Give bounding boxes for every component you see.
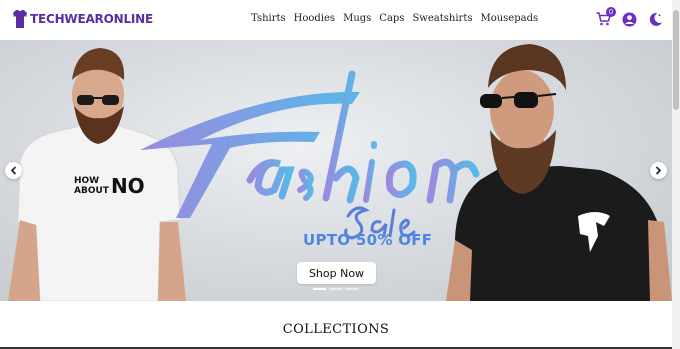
- hero-carousel: HOW ABOUT NO Fashion Sale UPTO 50% OFF S…: [0, 40, 672, 301]
- nav-item-hoodies[interactable]: Hoodies: [294, 13, 335, 24]
- main-nav: Tshirts Hoodies Mugs Caps Sweatshirts Mo…: [251, 13, 546, 24]
- tshirt-print-no: NO: [110, 174, 145, 198]
- brand-logo[interactable]: TECHWEARONLINE: [12, 9, 153, 29]
- account-button[interactable]: [620, 10, 638, 28]
- tshirt-print-about: ABOUT: [74, 186, 109, 196]
- cart-count-badge: 0: [606, 7, 616, 17]
- carousel-dot-2[interactable]: [329, 288, 342, 290]
- fashion-script-graphic: [140, 70, 480, 240]
- tshirt-print-how: HOW: [74, 176, 100, 186]
- tshirt-logo-icon: [13, 10, 27, 28]
- header-actions: 0: [586, 7, 664, 28]
- nav-item-mugs[interactable]: Mugs: [343, 13, 371, 24]
- page-scrollbar[interactable]: [672, 0, 680, 349]
- nav-item-caps[interactable]: Caps: [379, 13, 404, 24]
- user-circle-icon: [622, 12, 636, 26]
- carousel-indicators: [313, 288, 358, 290]
- tshirt-print-text: HOW ABOUT NO: [74, 174, 145, 198]
- offer-text: UPTO 50% OFF: [303, 231, 433, 249]
- carousel-dot-1[interactable]: [313, 288, 326, 290]
- right-model-figure: [446, 44, 672, 301]
- chevron-right-icon: [655, 166, 662, 175]
- nav-item-sweatshirts[interactable]: Sweatshirts: [412, 13, 472, 24]
- shop-now-button[interactable]: Shop Now: [297, 262, 376, 284]
- nav-item-tshirts[interactable]: Tshirts: [251, 13, 286, 24]
- theme-toggle-button[interactable]: [646, 10, 664, 28]
- scrollbar-thumb[interactable]: [673, 10, 679, 110]
- carousel-prev-button[interactable]: [5, 162, 22, 179]
- brand-name: TECHWEARONLINE: [30, 12, 153, 26]
- carousel-next-button[interactable]: [650, 162, 667, 179]
- nav-item-mousepads[interactable]: Mousepads: [480, 13, 538, 24]
- cart-button[interactable]: 0: [594, 7, 616, 28]
- moon-icon: [649, 12, 662, 26]
- site-header: TECHWEARONLINE Tshirts Hoodies Mugs Caps…: [0, 0, 672, 40]
- chevron-left-icon: [10, 166, 17, 175]
- collections-heading: COLLECTIONS: [282, 322, 390, 337]
- carousel-dot-3[interactable]: [345, 288, 358, 290]
